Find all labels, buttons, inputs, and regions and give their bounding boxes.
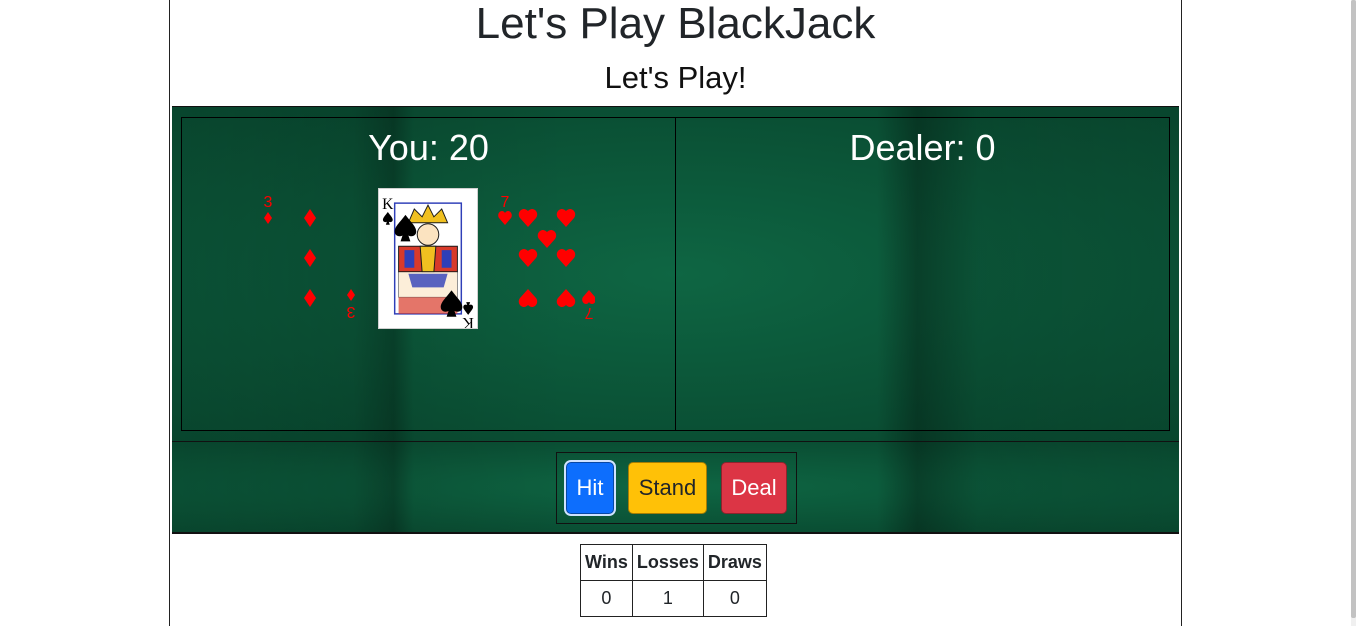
stand-button[interactable]: Stand — [628, 462, 707, 514]
deal-button[interactable]: Deal — [721, 462, 787, 514]
draws-header: Draws — [702, 544, 767, 581]
card-rank-label: 3 — [346, 303, 355, 320]
heart-icon — [556, 249, 576, 267]
diamond-icon — [264, 212, 272, 224]
card-rank-label: K — [462, 314, 474, 329]
diamond-icon — [304, 289, 316, 307]
heart-icon — [556, 289, 576, 307]
heart-icon — [498, 211, 512, 225]
player-card-1: 3 3 — [264, 194, 356, 320]
card-rank-label: 7 — [501, 194, 510, 211]
dealer-score: Dealer: 0 — [849, 127, 996, 168]
diamond-icon — [347, 289, 355, 301]
player-panel: You: 20 3 3 K K 7 7 — [181, 117, 676, 431]
player-card-3: 7 7 — [498, 194, 595, 321]
card-rank-label: 3 — [264, 194, 273, 211]
scrollbar-thumb[interactable] — [1351, 0, 1356, 618]
wins-value: 0 — [580, 580, 633, 617]
losses-value: 1 — [631, 580, 704, 617]
hit-button[interactable]: Hit — [566, 462, 614, 514]
dealer-panel: Dealer: 0 — [675, 117, 1170, 431]
scoreboard-values-row: 0 1 0 — [580, 580, 767, 617]
scrollbar-track[interactable] — [1351, 0, 1356, 626]
diamond-icon — [304, 249, 316, 267]
wins-header: Wins — [580, 544, 633, 581]
losses-header: Losses — [631, 544, 704, 581]
page-title: Let's Play BlackJack — [475, 0, 876, 48]
draws-value: 0 — [702, 580, 767, 617]
page-container: Let's Play BlackJack Let's Play! You: 20… — [169, 0, 1182, 626]
card-rank-label: 7 — [584, 304, 593, 321]
heart-icon — [518, 289, 538, 307]
heart-icon — [556, 209, 576, 227]
card-rank-label: K — [382, 196, 394, 213]
heart-icon — [582, 290, 595, 304]
scoreboard-header-row: Wins Losses Draws — [580, 544, 767, 581]
player-score: You: 20 — [368, 127, 489, 168]
heart-icon — [537, 230, 557, 248]
game-table: You: 20 3 3 K K 7 7 Dealer: 0 — [172, 106, 1179, 443]
scoreboard-table: Wins Losses Draws 0 1 0 — [580, 544, 767, 617]
heart-icon — [518, 209, 538, 227]
heart-icon — [518, 249, 538, 267]
game-status: Let's Play! — [604, 60, 747, 95]
diamond-icon — [304, 209, 316, 227]
player-card-2: K K — [378, 188, 478, 329]
button-group: Hit Stand Deal — [556, 452, 797, 524]
controls-area: Hit Stand Deal — [172, 442, 1179, 534]
